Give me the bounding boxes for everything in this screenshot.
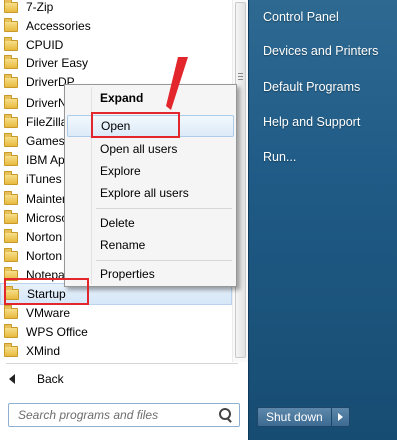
- menu-item-label: Rename: [100, 238, 146, 252]
- program-label: FileZilla: [26, 115, 68, 129]
- menu-item-label: Open all users: [100, 142, 178, 156]
- annotation-open-highlight: [91, 112, 180, 138]
- menu-item-properties[interactable]: Properties: [67, 263, 234, 285]
- annotation-startup-highlight: [4, 278, 89, 305]
- back-arrow-icon: [9, 374, 15, 384]
- folder-icon: [4, 342, 18, 357]
- program-label: iTunes: [26, 172, 62, 186]
- divider: [6, 363, 238, 364]
- right-item-control-panel[interactable]: Control Panel: [263, 10, 339, 24]
- menu-item-label: Properties: [100, 267, 155, 281]
- menu-item-expand[interactable]: Expand: [67, 87, 234, 109]
- shutdown-button[interactable]: Shut down: [257, 407, 332, 427]
- menu-item-explore-all-users[interactable]: Explore all users: [67, 182, 234, 204]
- menu-item-label: Explore: [100, 164, 141, 178]
- menu-item-rename[interactable]: Rename: [67, 234, 234, 256]
- right-item-help-and-support[interactable]: Help and Support: [263, 115, 360, 129]
- right-item-default-programs[interactable]: Default Programs: [263, 80, 360, 94]
- folder-icon: [4, 190, 18, 205]
- menu-item-label: Explore all users: [100, 186, 189, 200]
- program-label: XMind: [26, 344, 61, 358]
- folder-icon: [4, 113, 18, 128]
- menu-separator: [96, 260, 232, 261]
- program-label: Microso: [26, 211, 69, 225]
- menu-item-open-all-users[interactable]: Open all users: [67, 138, 234, 160]
- folder-icon: [4, 304, 18, 319]
- folder-icon: [4, 54, 18, 69]
- search-input[interactable]: [9, 404, 219, 426]
- folder-icon: [4, 132, 18, 147]
- menu-item-delete[interactable]: Delete: [67, 212, 234, 234]
- folder-icon: [4, 17, 18, 32]
- program-item-xmind[interactable]: XMind: [0, 340, 232, 362]
- program-label: 7-Zip: [26, 0, 54, 14]
- folder-icon: [4, 170, 18, 185]
- program-label: Mainter: [26, 192, 67, 206]
- menu-item-explore[interactable]: Explore: [67, 160, 234, 182]
- shutdown-group: Shut down: [257, 407, 350, 427]
- program-label: WPS Office: [26, 325, 88, 339]
- back-button[interactable]: Back: [0, 368, 240, 390]
- search-icon[interactable]: [219, 408, 233, 422]
- search-box[interactable]: [8, 403, 240, 427]
- right-item-run[interactable]: Run...: [263, 150, 296, 164]
- menu-item-label: Delete: [100, 216, 135, 230]
- scrollbar-grip-icon: [238, 73, 243, 82]
- folder-icon: [4, 228, 18, 243]
- folder-icon: [4, 36, 18, 51]
- program-label: CPUID: [26, 38, 64, 52]
- program-label: Games: [26, 134, 65, 148]
- program-label: VMware: [26, 306, 71, 320]
- menu-item-label: Expand: [100, 91, 144, 105]
- back-label: Back: [37, 372, 64, 386]
- shutdown-options-button[interactable]: [331, 407, 350, 427]
- folder-icon: [4, 0, 18, 13]
- folder-icon: [4, 73, 18, 88]
- chevron-right-icon: [337, 413, 343, 421]
- program-label: Driver Easy: [26, 56, 89, 70]
- program-label: Norton: [26, 249, 63, 263]
- folder-icon: [4, 209, 18, 224]
- folder-icon: [4, 94, 18, 109]
- program-label: Norton: [26, 230, 63, 244]
- menu-separator: [96, 208, 232, 209]
- program-label: Accessories: [26, 19, 91, 33]
- right-pane: Control Panel Devices and Printers Defau…: [248, 0, 397, 440]
- folder-icon: [4, 247, 18, 262]
- folder-icon: [4, 323, 18, 338]
- folder-icon: [4, 151, 18, 166]
- right-item-devices-and-printers[interactable]: Devices and Printers: [263, 44, 378, 58]
